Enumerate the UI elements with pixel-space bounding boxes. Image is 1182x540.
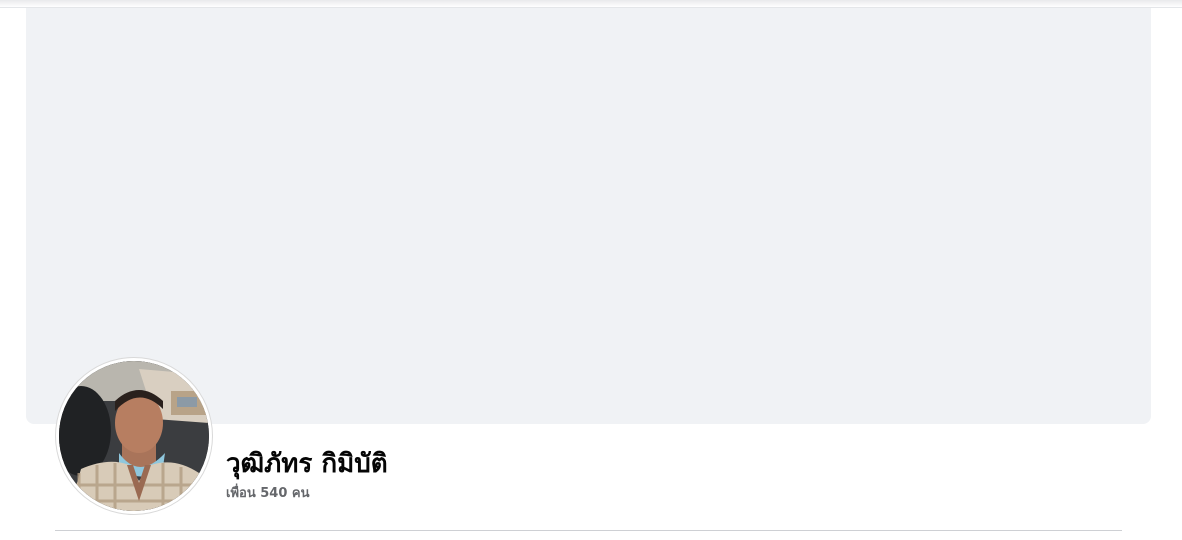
profile-avatar[interactable]	[59, 361, 209, 511]
friends-count-link[interactable]: เพื่อน 540 คน	[226, 485, 309, 503]
profile-picture-frame[interactable]	[56, 358, 212, 514]
profile-name: วุฒิภัทร กิมิบัติ	[226, 449, 388, 479]
profile-divider	[55, 530, 1122, 531]
top-navbar-edge	[0, 0, 1182, 8]
cover-photo[interactable]	[26, 8, 1151, 424]
